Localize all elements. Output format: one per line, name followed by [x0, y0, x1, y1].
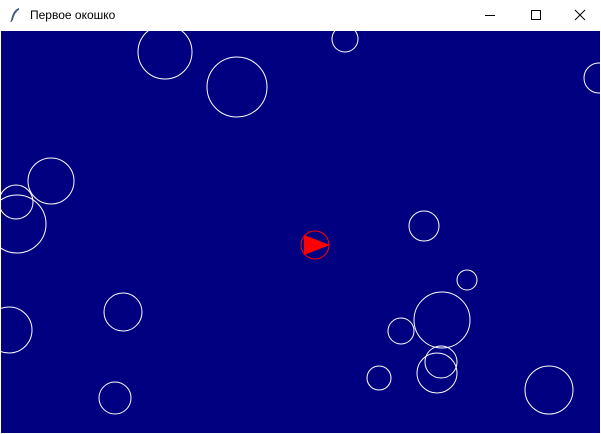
close-button[interactable] [559, 0, 601, 29]
feather-icon [7, 7, 23, 23]
maximize-button[interactable] [513, 0, 559, 29]
minimize-button[interactable] [467, 0, 513, 29]
close-icon [574, 9, 586, 20]
canvas-background [1, 31, 600, 433]
maximize-icon [531, 9, 541, 20]
title-bar[interactable]: Первое окошко [0, 0, 601, 31]
game-canvas[interactable] [1, 31, 600, 433]
app-window: Первое окошко [0, 0, 601, 434]
minimize-icon [485, 14, 495, 16]
window-title: Первое окошко [30, 8, 116, 22]
game-scene [1, 31, 600, 433]
